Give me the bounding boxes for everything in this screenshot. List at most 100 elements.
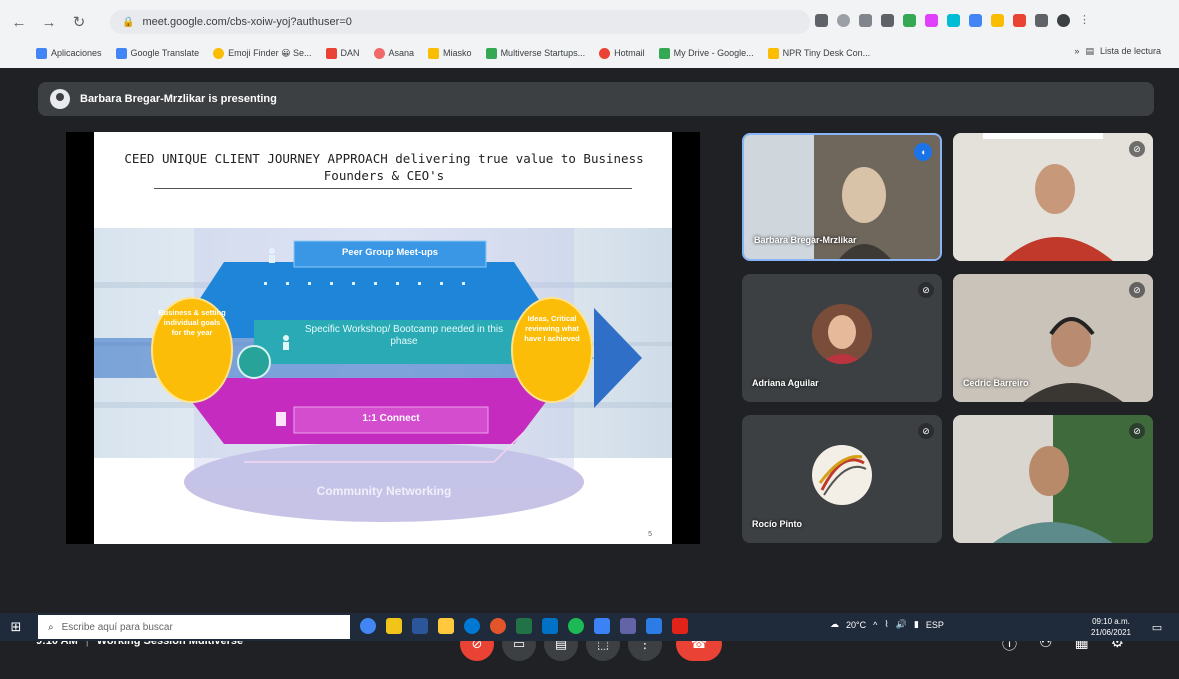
bookmark-item[interactable]: Miasko (428, 47, 472, 59)
temperature: 20°C (846, 619, 867, 630)
participant-avatar (812, 304, 872, 364)
outlook-icon[interactable] (542, 618, 558, 634)
chrome-icon[interactable] (360, 618, 376, 634)
profile-avatar[interactable] (1057, 14, 1070, 27)
presenting-banner: Barbara Bregar-Mrzlikar is presenting (38, 82, 1154, 116)
reading-list[interactable]: » ▤ Lista de lectura (1074, 46, 1161, 57)
participant-name: Barbara Bregar-Mrzlikar (754, 235, 857, 245)
bookmark-icon (325, 47, 337, 59)
chevron-up-icon[interactable]: ^ (873, 620, 877, 630)
forward-icon[interactable]: → (38, 11, 60, 33)
notification-icon[interactable]: ▭ (1149, 619, 1165, 635)
participant-video (953, 133, 1153, 261)
mic-off-icon: ⊘ (918, 282, 934, 298)
menu-dots-icon[interactable]: ⋮ (1079, 14, 1092, 27)
extension-icon[interactable] (969, 14, 982, 27)
bookmark-item[interactable]: DAN (325, 47, 360, 59)
participant-name: Cedric Barreiro (963, 378, 1029, 388)
search-placeholder: Escribe aquí para buscar (61, 621, 173, 633)
app-icon[interactable] (464, 618, 480, 634)
participant-name: Rocío Pinto (752, 519, 802, 529)
hotmail-icon (599, 47, 611, 59)
participant-video (953, 415, 1153, 543)
middle-small-circle (237, 345, 271, 379)
extension-icon[interactable] (947, 14, 960, 27)
band-top-label: Peer Group Meet-ups (341, 247, 439, 258)
battery-icon[interactable]: ▮ (914, 619, 919, 630)
app-icon[interactable] (438, 618, 454, 634)
camera-icon[interactable] (815, 14, 828, 27)
meet-stage: Barbara Bregar-Mrzlikar is presenting CE… (0, 68, 1179, 661)
address-row: ← → ↻ 🔒 meet.google.com/cbs-xoiw-yoj?aut… (0, 6, 1179, 38)
extension-icon[interactable] (903, 14, 916, 27)
slide: CEED UNIQUE CLIENT JOURNEY APPROACH deli… (94, 132, 672, 544)
avatar-image (812, 445, 872, 505)
extension-icon[interactable] (925, 14, 938, 27)
taskbar-search[interactable]: ⌕ Escribe aquí para buscar (38, 615, 350, 639)
slide-page-number: 5 (648, 531, 652, 538)
file-explorer-icon[interactable] (386, 618, 402, 634)
browser-chrome: ← → ↻ 🔒 meet.google.com/cbs-xoiw-yoj?aut… (0, 0, 1179, 68)
star-icon[interactable] (837, 14, 850, 27)
bookmark-item[interactable]: My Drive - Google... (658, 47, 754, 59)
bookmark-item[interactable]: Google Translate (115, 47, 199, 59)
bookmark-item[interactable]: Aplicaciones (36, 47, 102, 59)
band-middle-label: Specific Workshop/ Bootcamp needed in th… (304, 324, 504, 347)
bookmark-item[interactable]: Emoji Finder 😀 Se... (213, 47, 312, 59)
participant-name: Adriana Aguilar (752, 378, 819, 388)
volume-icon[interactable]: 🔊 (896, 619, 907, 630)
speaking-indicator-icon: ◖ (914, 143, 932, 161)
extension-icons: ⋮ (815, 14, 1092, 27)
participant-tile[interactable]: ⊘ Rocío Pinto (742, 415, 942, 543)
url-text: meet.google.com/cbs-xoiw-yoj?authuser=0 (142, 16, 352, 28)
participant-tile[interactable]: ⊘ (953, 133, 1153, 261)
bookmark-item[interactable]: Asana (373, 47, 414, 59)
app-icon[interactable] (490, 618, 506, 634)
reload-icon[interactable]: ↻ (68, 11, 90, 33)
workshop-icon (283, 335, 289, 350)
taskbar-clock[interactable]: 09:10 a.m. 21/06/2021 (1091, 616, 1131, 638)
participant-tile[interactable]: ⊘ (953, 415, 1153, 543)
community-label: Community Networking (316, 484, 452, 498)
acrobat-icon[interactable] (672, 618, 688, 634)
right-circle-label: Ideas, Critical reviewing what have I ac… (524, 314, 580, 343)
asana-icon (373, 47, 385, 59)
app-icon[interactable] (412, 618, 428, 634)
windows-start-icon[interactable]: ⊞ (8, 619, 24, 635)
puzzle-icon[interactable] (1035, 14, 1048, 27)
apps-icon (36, 47, 47, 59)
presenter-avatar-icon (50, 89, 70, 109)
network-icon[interactable]: ⌇ (884, 619, 888, 630)
bookmark-item[interactable]: Multiverse Startups... (485, 47, 585, 59)
people-icon (269, 248, 275, 263)
participant-tile[interactable]: ◖ Barbara Bregar-Mrzlikar (742, 133, 942, 261)
excel-icon[interactable] (516, 618, 532, 634)
participant-avatar (812, 445, 872, 505)
bookmark-item[interactable]: NPR Tiny Desk Con... (767, 47, 870, 59)
app-icon[interactable] (594, 618, 610, 634)
extension-icon[interactable] (859, 14, 872, 27)
left-circle-label: Business & setting individual goals for … (158, 308, 226, 337)
participant-tile[interactable]: ⊘ Cedric Barreiro (953, 274, 1153, 402)
avatar-image (812, 304, 872, 364)
extension-icon[interactable] (991, 14, 1004, 27)
back-icon[interactable]: ← (8, 11, 30, 33)
emoji-icon (213, 47, 225, 59)
language-indicator[interactable]: ESP (926, 620, 944, 630)
chevron-icon: » (1074, 46, 1080, 56)
app-icon[interactable] (646, 618, 662, 634)
participant-tile[interactable]: ⊘ Adriana Aguilar (742, 274, 942, 402)
spotify-icon[interactable] (568, 618, 584, 634)
address-bar[interactable]: 🔒 meet.google.com/cbs-xoiw-yoj?authuser=… (110, 10, 810, 34)
band-bottom-label: 1:1 Connect (362, 413, 420, 424)
extension-icon[interactable] (1013, 14, 1026, 27)
teams-icon[interactable] (620, 618, 636, 634)
building-icon (276, 412, 286, 426)
mic-off-icon: ⊘ (1129, 141, 1145, 157)
lock-icon: 🔒 (122, 16, 135, 28)
extension-icon[interactable] (881, 14, 894, 27)
drive-icon (658, 47, 670, 59)
bookmark-icon (485, 47, 497, 59)
bookmarks-bar: Aplicaciones Google Translate Emoji Find… (0, 40, 1179, 66)
bookmark-item[interactable]: Hotmail (599, 47, 645, 59)
